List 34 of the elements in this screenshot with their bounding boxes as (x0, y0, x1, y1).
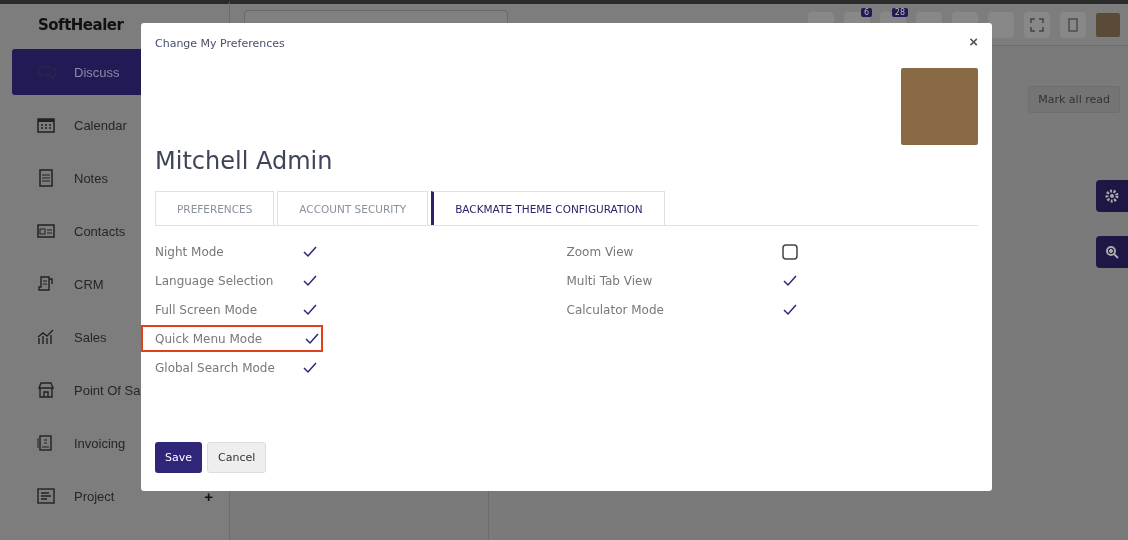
settings-icon[interactable] (1096, 180, 1128, 212)
option-label: Full Screen Mode (155, 302, 259, 317)
calendar-icon (36, 115, 56, 135)
user-name: Mitchell Admin (155, 147, 334, 175)
dialog-title: Change My Preferences (155, 36, 285, 50)
mark-all-read-button[interactable]: Mark all read (1028, 86, 1120, 113)
save-button[interactable]: Save (155, 442, 202, 473)
count-badge: 28 (891, 7, 908, 17)
checkbox[interactable] (780, 242, 799, 261)
tab[interactable]: PREFERENCES (155, 191, 275, 225)
zoom-in-icon[interactable] (1096, 236, 1128, 268)
option-label: Calculator Mode (566, 302, 665, 317)
note-icon (36, 168, 56, 188)
sidebar-item[interactable]: Calendar (12, 102, 229, 148)
add-icon[interactable]: + (204, 487, 213, 505)
option-label: Global Search Mode (155, 360, 276, 375)
tab[interactable]: ACCOUNT SECURITY (277, 191, 429, 225)
option-label: Night Mode (155, 244, 225, 259)
board-icon (36, 486, 56, 506)
count-badge: 6 (860, 7, 872, 17)
option-label: Zoom View (566, 244, 635, 259)
logo: SoftHealer (37, 15, 124, 36)
doc-icon (36, 274, 56, 294)
sidebar-item[interactable]: Project + (12, 473, 229, 519)
chart-icon (36, 327, 56, 347)
card-icon (36, 221, 56, 241)
option-label: Quick Menu Mode (155, 331, 264, 346)
tab[interactable]: BACKMATE THEME CONFIGURATION (431, 191, 665, 225)
cancel-button[interactable]: Cancel (207, 442, 267, 473)
option-label: Multi Tab View (566, 273, 654, 288)
option-label: Language Selection (155, 273, 275, 288)
toolbar-icon[interactable] (988, 11, 1014, 38)
close-button[interactable]: × (969, 33, 978, 50)
shop-icon (36, 380, 56, 400)
